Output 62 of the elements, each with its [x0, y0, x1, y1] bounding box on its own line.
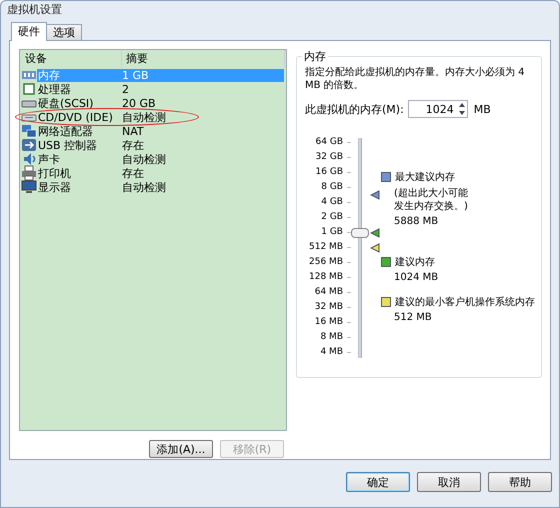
legend-value: 1024 MB	[394, 272, 440, 283]
device-summary: NAT	[122, 124, 144, 138]
legend-value: 5888 MB	[394, 216, 440, 227]
device-name: 处理器	[37, 82, 72, 96]
scale-label: 8 GB	[321, 181, 343, 194]
device-name: USB 控制器	[37, 138, 98, 152]
device-row[interactable]: 打印机 存在	[37, 166, 284, 180]
device-name: CD/DVD (IDE)	[37, 110, 114, 124]
button[interactable]: 确定	[346, 472, 410, 492]
scale-label: 8 MB	[320, 331, 343, 344]
window-title: 虚拟机设置	[6, 2, 63, 18]
device-row[interactable]: 网络适配器 NAT	[37, 124, 284, 138]
scale-label: 256 MB	[309, 256, 343, 269]
scale-label: 512 MB	[309, 241, 343, 254]
button[interactable]: 帮助	[488, 472, 552, 492]
description: 指定分配给此虚拟机的内存量。内存大小必须为 4 MB 的倍数。	[305, 66, 526, 92]
tab[interactable]: 选项	[46, 24, 82, 40]
column-header[interactable]: 摘要	[122, 50, 285, 68]
scale-label: 16 GB	[316, 166, 343, 179]
device-name: 打印机	[37, 166, 72, 180]
device-name: 显示器	[37, 180, 72, 194]
legend-label: 最大建议内存	[395, 170, 455, 184]
device-row[interactable]: 声卡 自动检测	[37, 152, 284, 166]
legend-value: 512 MB	[394, 312, 433, 323]
group-title: 内存	[302, 49, 328, 64]
scale-label: 32 MB	[314, 301, 343, 314]
device-row[interactable]: USB 控制器 存在	[37, 138, 284, 152]
legend-label: 建议的最小客户机操作系统内存	[395, 296, 535, 309]
device-row[interactable]: 硬盘(SCSI) 20 GB	[37, 96, 284, 110]
device-summary: 2	[122, 82, 129, 96]
legend-label: 建议内存	[395, 256, 435, 269]
scale-label: 16 MB	[314, 316, 343, 329]
column-header[interactable]: 设备	[21, 50, 122, 68]
scale-label: 2 GB	[321, 211, 343, 224]
unit-label: MB	[474, 102, 491, 116]
memory-spinbox[interactable]: 1024	[408, 100, 468, 118]
device-summary: 自动检测	[122, 110, 166, 124]
device-row[interactable]: 处理器 2	[37, 82, 284, 96]
device-name: 网络适配器	[37, 124, 94, 138]
scale-label: 4 MB	[320, 346, 343, 359]
field-label: 此虚拟机的内存(M):	[305, 102, 404, 116]
scale-label: 1 GB	[321, 226, 343, 239]
button[interactable]: 取消	[417, 472, 481, 492]
device-summary: 20 GB	[122, 96, 156, 110]
scale-label: 128 MB	[309, 271, 343, 284]
device-summary: 自动检测	[122, 180, 166, 194]
device-name: 硬盘(SCSI)	[37, 96, 94, 110]
device-summary: 自动检测	[122, 152, 166, 166]
scale-label: 64 MB	[314, 286, 343, 299]
button[interactable]: 添加(A)...	[149, 440, 213, 458]
device-row[interactable]: CD/DVD (IDE) 自动检测	[37, 110, 284, 124]
device-row[interactable]: 显示器 自动检测	[37, 180, 284, 194]
device-name: 内存	[37, 68, 61, 82]
legend-note: (超出此大小可能发生内存交换。)	[394, 187, 469, 213]
device-summary: 存在	[122, 166, 144, 180]
device-summary: 1 GB	[122, 68, 149, 82]
scale-label: 64 GB	[316, 136, 343, 149]
tab[interactable]: 硬件	[11, 22, 47, 41]
device-summary: 存在	[122, 138, 144, 152]
scale-label: 4 GB	[321, 196, 343, 209]
device-name: 声卡	[37, 152, 61, 166]
scale-label: 32 GB	[316, 151, 343, 164]
